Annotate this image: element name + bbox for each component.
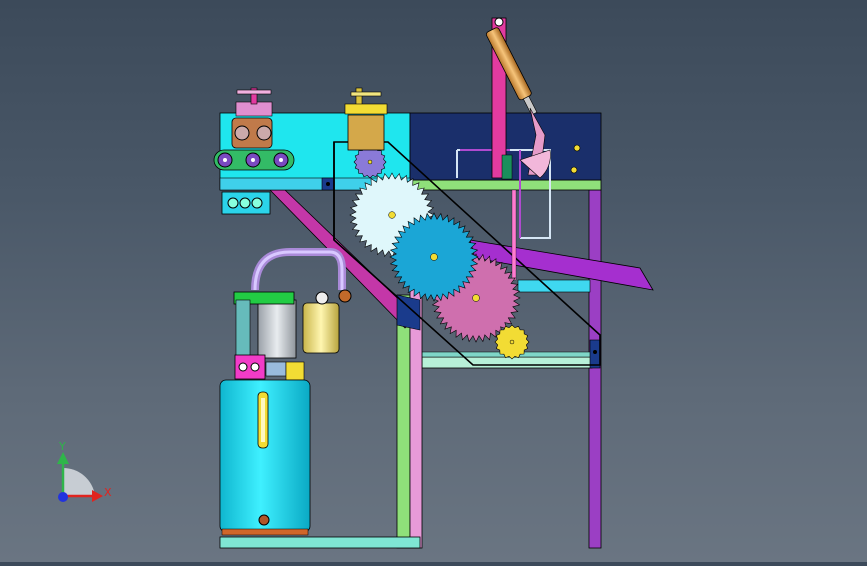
filter-canister bbox=[302, 302, 340, 354]
z-axis-dot bbox=[58, 492, 68, 502]
middle-post-green bbox=[396, 294, 411, 549]
triad-y-label: Y bbox=[59, 440, 66, 453]
hydraulic-unit bbox=[219, 248, 352, 536]
yellow-gear-hub bbox=[509, 339, 515, 345]
right-roller-station bbox=[344, 87, 388, 151]
motor-drum bbox=[257, 299, 297, 359]
cyan-gear-hub bbox=[430, 253, 438, 261]
white-gear-hub bbox=[388, 211, 396, 219]
small-purple-gear-hub bbox=[367, 159, 373, 165]
right-leg bbox=[588, 189, 602, 549]
lower-shelf bbox=[421, 356, 593, 369]
cad-viewport[interactable]: X Y bbox=[0, 0, 867, 562]
bolt bbox=[570, 166, 578, 174]
machine-drawing bbox=[57, 17, 654, 549]
bottom-rail bbox=[219, 536, 421, 549]
coordinate-triad bbox=[57, 452, 103, 502]
triad-x-label: X bbox=[104, 486, 112, 499]
bolt bbox=[573, 144, 581, 152]
pink-gear-hub bbox=[472, 294, 480, 302]
